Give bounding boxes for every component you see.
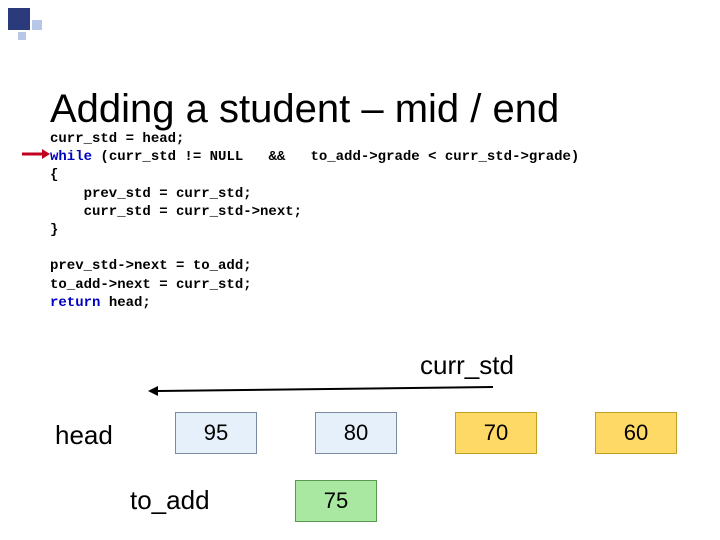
curr-std-label: curr_std <box>420 350 514 381</box>
list-node: 70 <box>455 412 537 454</box>
code-line: curr_std = head; <box>50 131 184 147</box>
code-line: head; <box>100 295 150 311</box>
slide-title: Adding a student – mid / end <box>50 87 559 132</box>
list-node: 60 <box>595 412 677 454</box>
code-keyword: while <box>50 149 92 165</box>
pointer-arrow-icon <box>148 384 493 398</box>
code-line: prev_std = curr_std; <box>50 186 252 202</box>
code-block: curr_std = head; while (curr_std != NULL… <box>50 130 579 312</box>
list-node: 80 <box>315 412 397 454</box>
code-line: prev_std->next = to_add; <box>50 258 252 274</box>
code-keyword: return <box>50 295 100 311</box>
code-line: to_add->next = curr_std; <box>50 277 252 293</box>
to-add-label: to_add <box>130 485 210 516</box>
current-line-arrow-icon <box>22 148 50 160</box>
code-line: } <box>50 222 58 238</box>
code-line: (curr_std != NULL && to_add->grade < cur… <box>92 149 579 165</box>
code-line: { <box>50 167 58 183</box>
list-node-new: 75 <box>295 480 377 522</box>
head-label: head <box>55 420 113 451</box>
list-node: 95 <box>175 412 257 454</box>
code-line: curr_std = curr_std->next; <box>50 204 302 220</box>
